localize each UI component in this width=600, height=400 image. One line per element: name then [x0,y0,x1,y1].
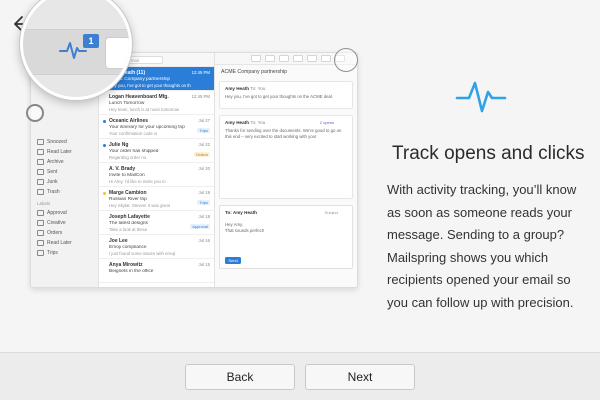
mock-sender: Amy Heath [225,86,249,91]
mock-label-item: Read Later [37,240,72,246]
mock-label-item: Creative [37,220,66,226]
mock-message-from: Marge Cambion [109,190,147,196]
mock-message-from: Joe Lee [109,238,128,244]
mock-message-preview: Hey team, lunch is at noon tomorrow [109,107,179,112]
mock-message-row: Logan Heavenboard Mfg. Lunch Tomorrow He… [99,91,214,115]
unread-dot [103,144,106,147]
mock-message-date: Jul 22 [198,142,210,147]
mock-message-subject: Russian River trip [109,197,147,202]
mock-message-body: Thanks for sending over the documents. W… [225,128,342,139]
mock-toolbar-icon [265,55,275,62]
mock-compose: To: Amy Heath Subject Hey Amy, That soun… [219,205,353,269]
mock-toolbar-icon [293,55,303,62]
mock-message-from: A. V. Brady [109,166,136,172]
mock-message-from: Julie Ng [109,142,129,148]
mock-message-subject: Emoji compliance [109,245,147,250]
mock-message-date: 12:45 PM [191,70,210,75]
mock-message-from: Anya Mirowitz [109,262,143,268]
unread-dot [103,192,106,195]
mock-message-row: Marge Cambion Russian River trip Hey Sky… [99,187,214,211]
mock-message-preview: Hey you, I've got to get your thoughts o… [109,83,191,88]
mock-thread-subject: ACME Company partnership [221,69,288,75]
magnified-panel [105,37,129,69]
mock-sidebar-item: Sent [37,169,57,175]
back-button[interactable]: Back [185,364,295,390]
mock-message-preview: I just found some issues with emoji [109,251,176,256]
mock-sidebar-item: Archive [37,159,64,165]
mock-send-button: Send [225,257,241,264]
mock-labels-heading: Labels [37,201,51,206]
unread-dot [103,120,106,123]
mock-message-row: Joseph Lafayette The latest designs Take… [99,211,214,235]
mock-message-from: Oceanic Airlines [109,118,148,124]
mock-message-from: Joseph Lafayette [109,214,150,220]
mock-label-item: Trips [37,250,58,256]
mock-message-date: 12:45 PM [191,94,210,99]
mock-message-row: A. V. Brady Invite to MailCon Hi Amy, I'… [99,163,214,187]
mock-message-subject: ACME Company partnership [109,77,171,82]
mock-message-subject: Lunch Tomorrow [109,101,145,106]
mock-message-row: Anya Mirowitz Beignets in the office Jul… [99,259,214,283]
mock-message-preview: Hey Skylar, Steven! It was great [109,203,170,208]
mock-message-date: Jul 18 [198,214,210,219]
mock-compose-line: That sounds perfect! [225,228,265,233]
mock-message-preview: Your confirmation code is [109,131,158,136]
mock-message-date: Jul 19 [198,190,210,195]
mock-compose-to: To: Amy Heath [225,210,257,215]
mock-recipient: To: You [250,86,266,91]
activity-pulse-icon [455,81,507,113]
mock-sender: Amy Heath [225,120,249,125]
mock-message-row: Julie Ng Your order has shipped Regardin… [99,139,214,163]
mock-thread-message: Amy Heath To: You Hey you, I've got to g… [219,81,353,109]
mock-message-date: Jul 27 [198,118,210,123]
mock-message-tag: Trips [197,128,210,133]
mock-message-subject: Invite to MailCon [109,173,145,178]
mock-recipient: To: You [250,120,266,125]
mock-compose-body: Hey Amy, That sounds perfect! [225,222,347,234]
mock-message-list: Search all email Amy Heath (11) ACME Com… [99,53,215,287]
mock-toolbar-icon [307,55,317,62]
mock-sidebar-item: Trash [37,189,60,195]
mock-message-row: Joe Lee Emoji compliance I just found so… [99,235,214,259]
mock-label-item: Orders [37,230,62,236]
footer-bar: Back Next [0,352,600,400]
mock-sidebar-item: Junk [37,179,58,185]
mock-message-date: Jul 15 [198,262,210,267]
mock-message-subject: Beignets in the office [109,269,154,274]
mock-toolbar-icon [279,55,289,62]
mock-sidebar-item: Snoozed [37,139,67,145]
page-title: Track opens and clicks [392,143,585,164]
mock-thread-from: Amy Heath To: You [225,86,265,91]
mock-message-tag: Orders [193,152,210,157]
mock-toolbar-icon [251,55,261,62]
page-description: With activity tracking, you’ll know as s… [387,182,577,310]
next-button[interactable]: Next [305,364,415,390]
highlight-circle [26,104,44,122]
mock-thread-message: Amy Heath To: You 2 opens Thanks for sen… [219,115,353,199]
mock-message-tag: Trips [197,200,210,205]
mock-reading-pane: ACME Company partnership Amy Heath To: Y… [215,53,357,287]
mock-message-tag: Approval [190,224,210,229]
mock-message-body: Hey you, I've got to get your thoughts o… [225,94,334,99]
mock-message-date: Jul 20 [198,166,210,171]
highlight-circle [334,48,358,72]
mock-message-preview: Hi Amy, I'd like to invite you to [109,179,166,184]
mock-message-row: Oceanic Airlines Your itinerary for your… [99,115,214,139]
mock-open-count-badge: 2 opens [319,120,334,125]
mock-message-date: Jul 16 [198,238,210,243]
mock-label-item: Approval [37,210,67,216]
mock-compose-subject: Subject [324,210,338,215]
mock-sidebar-item: Read Later [37,149,72,155]
mock-toolbar-icon [321,55,331,62]
mock-message-subject: Your itinerary for your upcoming trip [109,125,185,130]
mock-thread-from: Amy Heath To: You [225,120,265,125]
open-count-badge: 1 [83,34,99,48]
